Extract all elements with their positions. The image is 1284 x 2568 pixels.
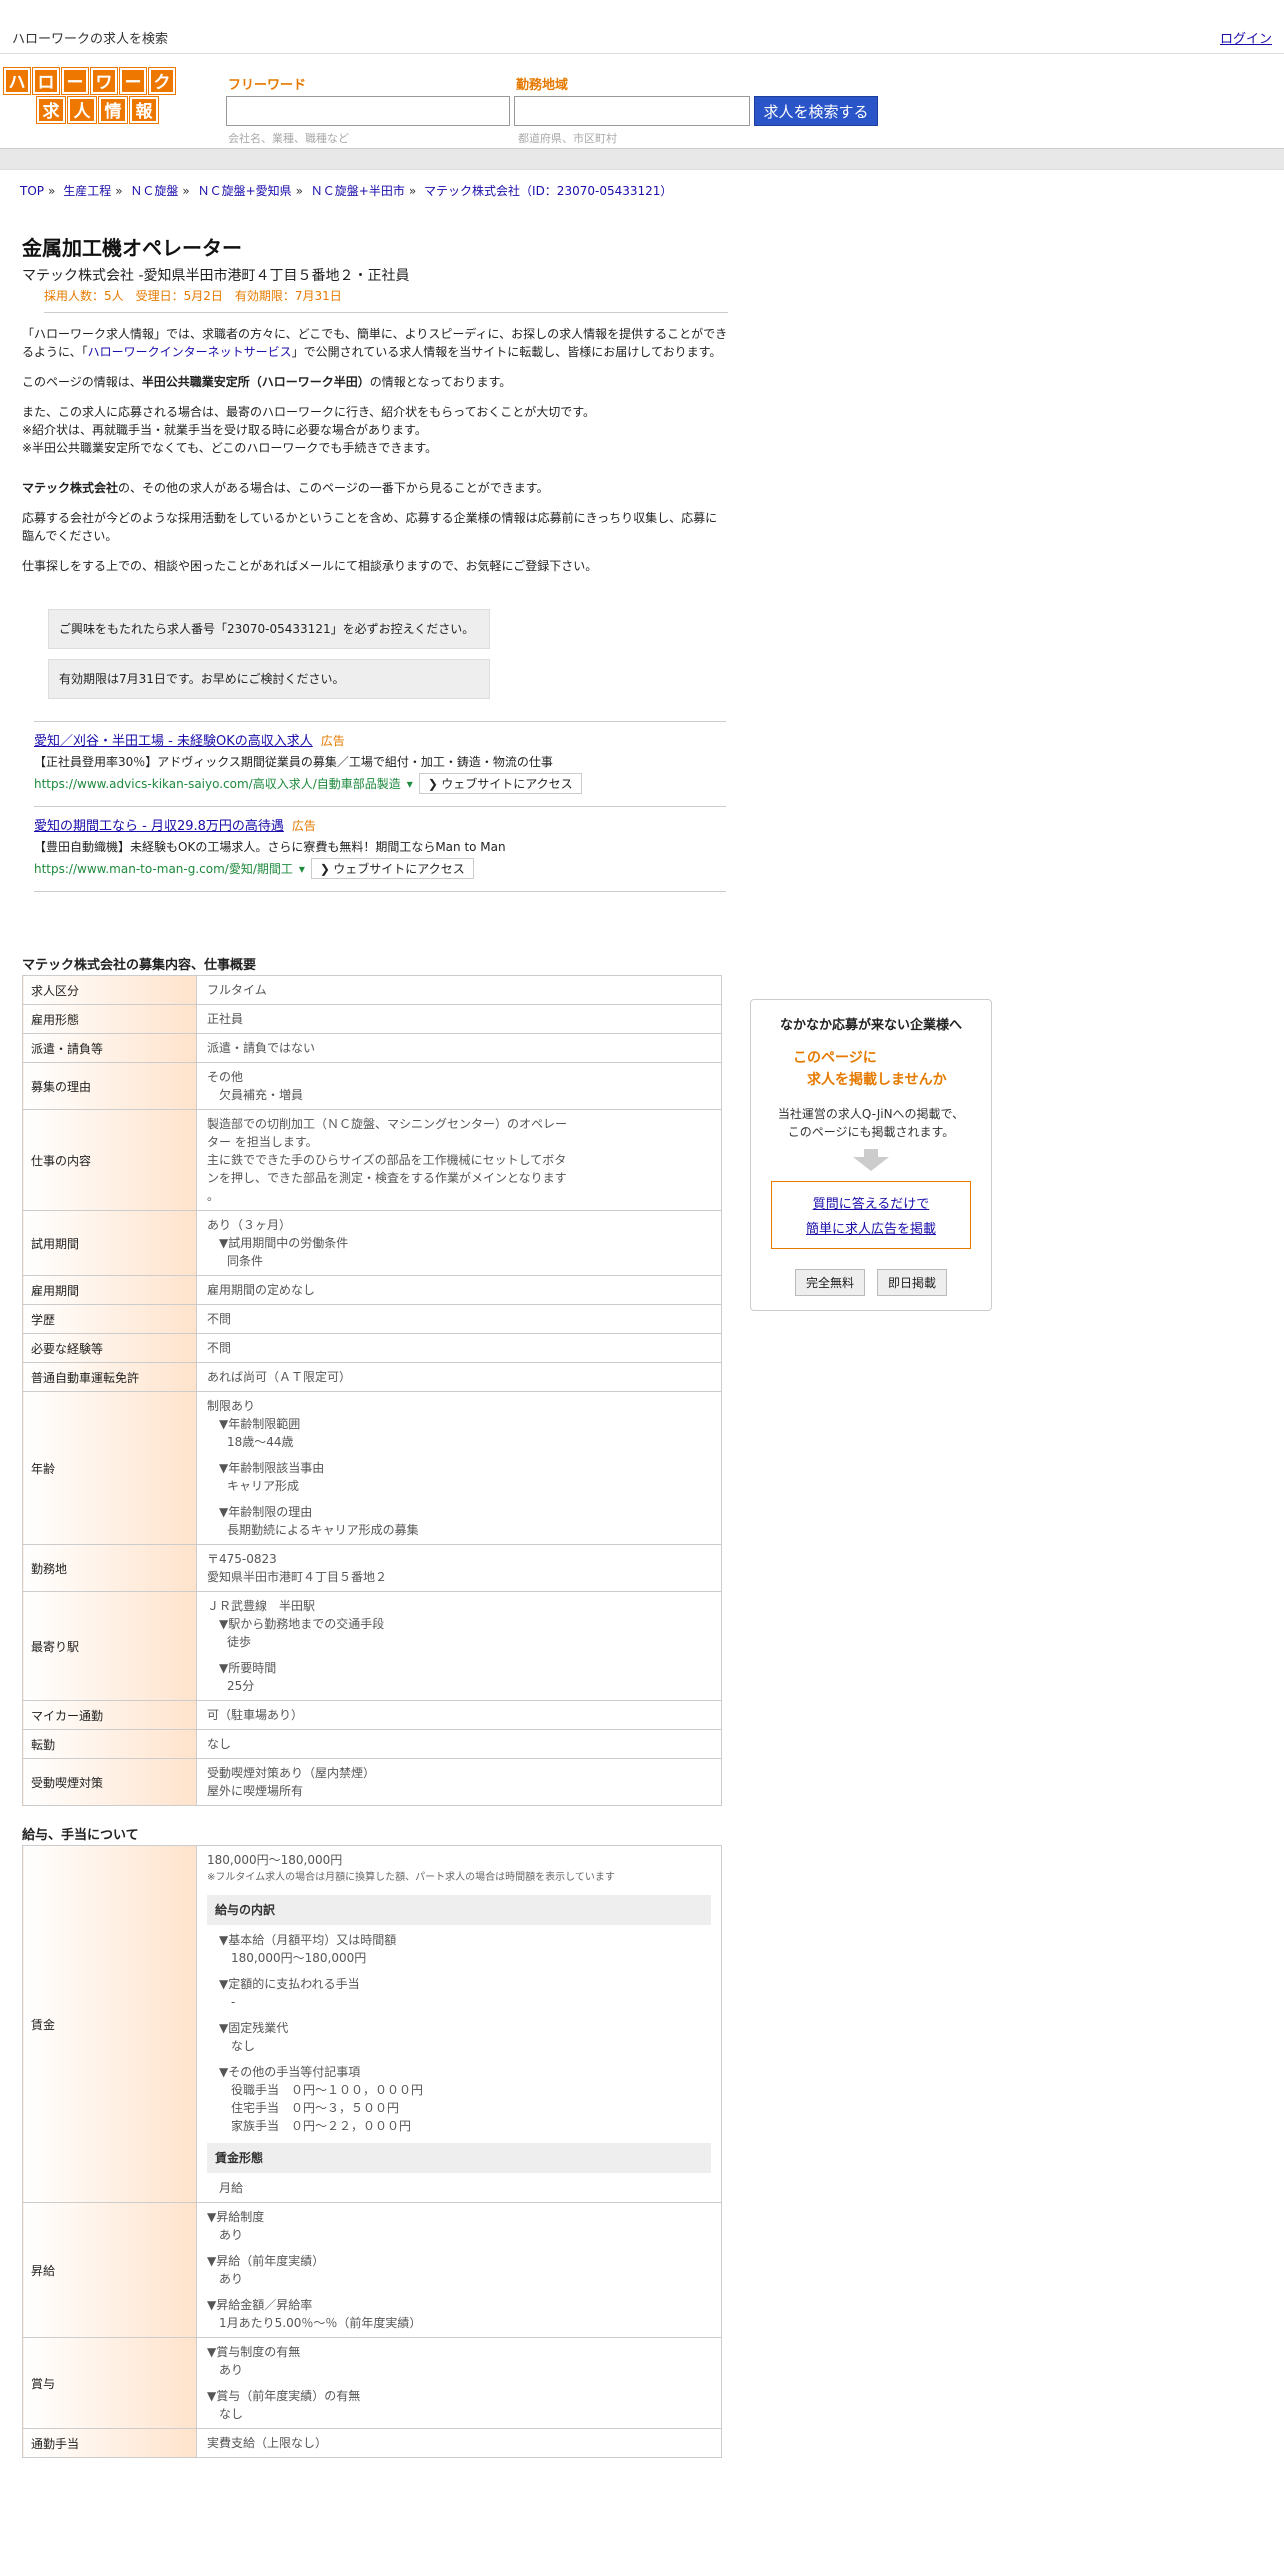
intro-paragraph: 応募する会社が今どのような採用活動をしているかということを含め、応募する企業様の… (22, 511, 718, 543)
breadcrumb-occupation[interactable]: ＮＣ旋盤 (130, 184, 178, 198)
down-arrow-icon (853, 1157, 889, 1171)
logo-char: ワ (91, 68, 117, 94)
same-day-button[interactable]: 即日掲載 (877, 1269, 948, 1296)
visit-website-button[interactable]: ❯ ウェブサイトにアクセス (310, 858, 474, 879)
breadcrumb-city[interactable]: ＮＣ旋盤+半田市 (311, 184, 405, 198)
table-row: 通勤手当 実費支給（上限なし） (22, 2428, 722, 2458)
table-row: 試用期間 あり（３ヶ月） ▼試用期間中の労働条件 同条件 (22, 1210, 722, 1276)
salary-table: 賃金 180,000円〜180,000円 ※フルタイム求人の場合は月額に換算した… (22, 1845, 722, 2458)
ad-description: 【豊田自動織機】未経験もOKの工場求人。さらに寮費も無料！期間工ならMan to… (34, 840, 506, 854)
table-row: 賞与 ▼賞与制度の有無 あり ▼賞与（前年度実績）の有無 なし (22, 2337, 722, 2429)
salary-section-title: 給与、手当について (22, 1828, 139, 1843)
job-subtitle: マテック株式会社 -愛知県半田市港町４丁目５番地２・正社員 (22, 268, 410, 284)
logo-char: 求 (37, 97, 65, 123)
breadcrumb-category[interactable]: 生産工程 (63, 184, 111, 198)
logo-char: ハ (4, 68, 30, 94)
table-row: 賃金 180,000円〜180,000円 ※フルタイム求人の場合は月額に換算した… (22, 1845, 722, 2203)
intro-paragraph: マテック株式会社の、その他の求人がある場合は、このページの一番下から見ることがで… (22, 481, 549, 495)
logo-char: ー (120, 68, 146, 94)
keyword-hint: 会社名、業種、職種など (228, 132, 349, 145)
breadcrumb-top[interactable]: TOP (20, 184, 44, 198)
recruit-section-title: マテック株式会社の募集内容、仕事概要 (22, 958, 257, 973)
table-row: 求人区分 フルタイム (22, 975, 722, 1005)
ad-url[interactable]: https://www.man-to-man-g.com/愛知/期間工 (34, 860, 293, 877)
login-link[interactable]: ログイン (1220, 28, 1272, 47)
keyword-input[interactable] (226, 96, 510, 126)
table-row: 受動喫煙対策 受動喫煙対策あり（屋内禁煙） 屋外に喫煙場所有 (22, 1758, 722, 1806)
ad-description: 【正社員登用率30％】アドヴィックス期間従業員の募集／工場で組付・加工・鋳造・物… (34, 755, 553, 769)
intro-paragraph: 「ハローワーク求人情報」では、求職者の方々に、どこでも、簡単に、よりスピーディに… (22, 327, 728, 359)
notice-box: ご興味をもたれたら求人番号「23070-05433121」を必ずお控えください。 (48, 609, 490, 649)
table-row: 仕事の内容 製造部での切削加工（ＮＣ旋盤、マシニングセンター）のオペレー ター … (22, 1109, 722, 1211)
free-button[interactable]: 完全無料 (794, 1269, 865, 1296)
logo-char: 人 (68, 97, 96, 123)
search-button[interactable]: 求人を検索する (754, 96, 878, 126)
ad-url[interactable]: https://www.advics-kikan-saiyo.com/高収入求人… (34, 775, 401, 792)
top-bar: ハローワークの求人を検索 ログイン (0, 0, 1284, 54)
table-row: 雇用形態 正社員 (22, 1004, 722, 1034)
job-meta: 採用人数：5人 受理日：5月2日 有効期限：7月31日 (44, 287, 728, 313)
promo-link-questions[interactable]: 質問に答えるだけで (772, 1193, 970, 1212)
promo-link-post-ad[interactable]: 簡単に求人広告を掲載 (772, 1218, 970, 1237)
area-label: 勤務地域 (516, 78, 569, 93)
notice-box: 有効期限は7月31日です。お早めにご検討ください。 (48, 659, 490, 699)
promo-accent-line: このページに (793, 1050, 877, 1066)
table-row: マイカー通勤 可（駐車場あり） (22, 1700, 722, 1730)
intro-paragraph: 仕事探しをする上での、相談や困ったことがあればメールにて相談承りますので、お気軽… (22, 559, 598, 573)
chevron-down-icon[interactable]: ▾ (407, 777, 413, 791)
breadcrumb-prefecture[interactable]: ＮＣ旋盤+愛知県 (198, 184, 292, 198)
table-row: 昇給 ▼昇給制度 あり ▼昇給（前年度実績） あり ▼昇給金額／昇給率 1月あた… (22, 2202, 722, 2338)
job-title: 金属加工機オペレーター (22, 236, 242, 260)
table-row: 転勤 なし (22, 1729, 722, 1759)
hellowork-logo[interactable]: ハ ロ ー ワ ー ク 求 人 情 報 (4, 68, 180, 126)
logo-char: ー (62, 68, 88, 94)
ad-title-link[interactable]: 愛知／刈谷・半田工場 - 未経験OKの高収入求人 (34, 734, 313, 749)
promo-accent-line: 求人を掲載しませんか (807, 1072, 947, 1088)
table-row: 雇用期間 雇用期間の定めなし (22, 1275, 722, 1305)
area-hint: 都道府県、市区町村 (518, 132, 617, 145)
table-row: 募集の理由 その他 欠員補充・増員 (22, 1062, 722, 1110)
table-row: 最寄り駅 ＪＲ武豊線 半田駅 ▼駅から勤務地までの交通手段 徒歩 ▼所要時間 2… (22, 1591, 722, 1701)
ad-tag: 広告 (291, 819, 316, 833)
intro-paragraph: このページの情報は、半田公共職業安定所（ハローワーク半田）の情報となっております… (22, 375, 512, 389)
logo-char: ロ (33, 68, 59, 94)
intro-paragraph: また、この求人に応募される場合は、最寄のハローワークに行き、紹介状をもらっておく… (22, 405, 596, 455)
visit-website-button[interactable]: ❯ ウェブサイトにアクセス (418, 773, 582, 794)
header-divider-band (0, 148, 1284, 170)
hellowork-internet-service-link[interactable]: ハローワークインターネットサービス (88, 345, 292, 359)
table-row: 学歴 不問 (22, 1304, 722, 1334)
ad-block: 愛知／刈谷・半田工場 - 未経験OKの高収入求人 広告 【正社員登用率30％】アド… (34, 721, 726, 806)
promo-title: なかなか応募が来ない企業様へ (779, 1018, 962, 1033)
keyword-label: フリーワード (228, 78, 307, 93)
breadcrumb: TOP» 生産工程» ＮＣ旋盤» ＮＣ旋盤+愛知県» ＮＣ旋盤+半田市» マテッ… (20, 184, 673, 198)
ad-title-link[interactable]: 愛知の期間工なら - 月収29.8万円の高待遇 (34, 819, 284, 834)
area-input[interactable] (514, 96, 750, 126)
employer-promo-box: なかなか応募が来ない企業様へ このページに 求人を掲載しませんか 当社運営の求人… (750, 999, 992, 1311)
ad-block: 愛知の期間工なら - 月収29.8万円の高待遇 広告 【豊田自動織機】未経験もOK… (34, 806, 726, 891)
table-row: 普通自動車運転免許 あれば尚可（ＡＴ限定可） (22, 1362, 722, 1392)
table-row: 年齢 制限あり ▼年齢制限範囲 18歳〜44歳 ▼年齢制限該当事由 キャリア形成… (22, 1391, 722, 1545)
logo-char: 報 (130, 97, 158, 123)
site-title: ハローワークの求人を検索 (12, 32, 169, 47)
salary-form-heading: 賃金形態 (207, 2143, 711, 2173)
table-row: 派遣・請負等 派遣・請負ではない (22, 1033, 722, 1063)
breadcrumb-company[interactable]: マテック株式会社（ID：23070-05433121） (424, 184, 672, 198)
salary-breakdown-heading: 給与の内訳 (207, 1895, 711, 1925)
recruit-table: 求人区分 フルタイム 雇用形態 正社員 派遣・請負等 派遣・請負ではない 募集の理由 … (22, 975, 722, 1806)
logo-char: 情 (99, 97, 127, 123)
table-row: 必要な経験等 不問 (22, 1333, 722, 1363)
intro-text: 「ハローワーク求人情報」では、求職者の方々に、どこでも、簡単に、よりスピーディに… (22, 325, 728, 575)
main-content: 金属加工機オペレーター マテック株式会社 -愛知県半田市港町４丁目５番地２・正社… (22, 232, 728, 2458)
chevron-down-icon[interactable]: ▾ (299, 862, 305, 876)
logo-char: ク (149, 68, 175, 94)
ad-tag: 広告 (320, 734, 345, 748)
table-row: 勤務地 〒475-0823 愛知県半田市港町４丁目５番地２ (22, 1544, 722, 1592)
down-arrow-icon (864, 1149, 878, 1157)
